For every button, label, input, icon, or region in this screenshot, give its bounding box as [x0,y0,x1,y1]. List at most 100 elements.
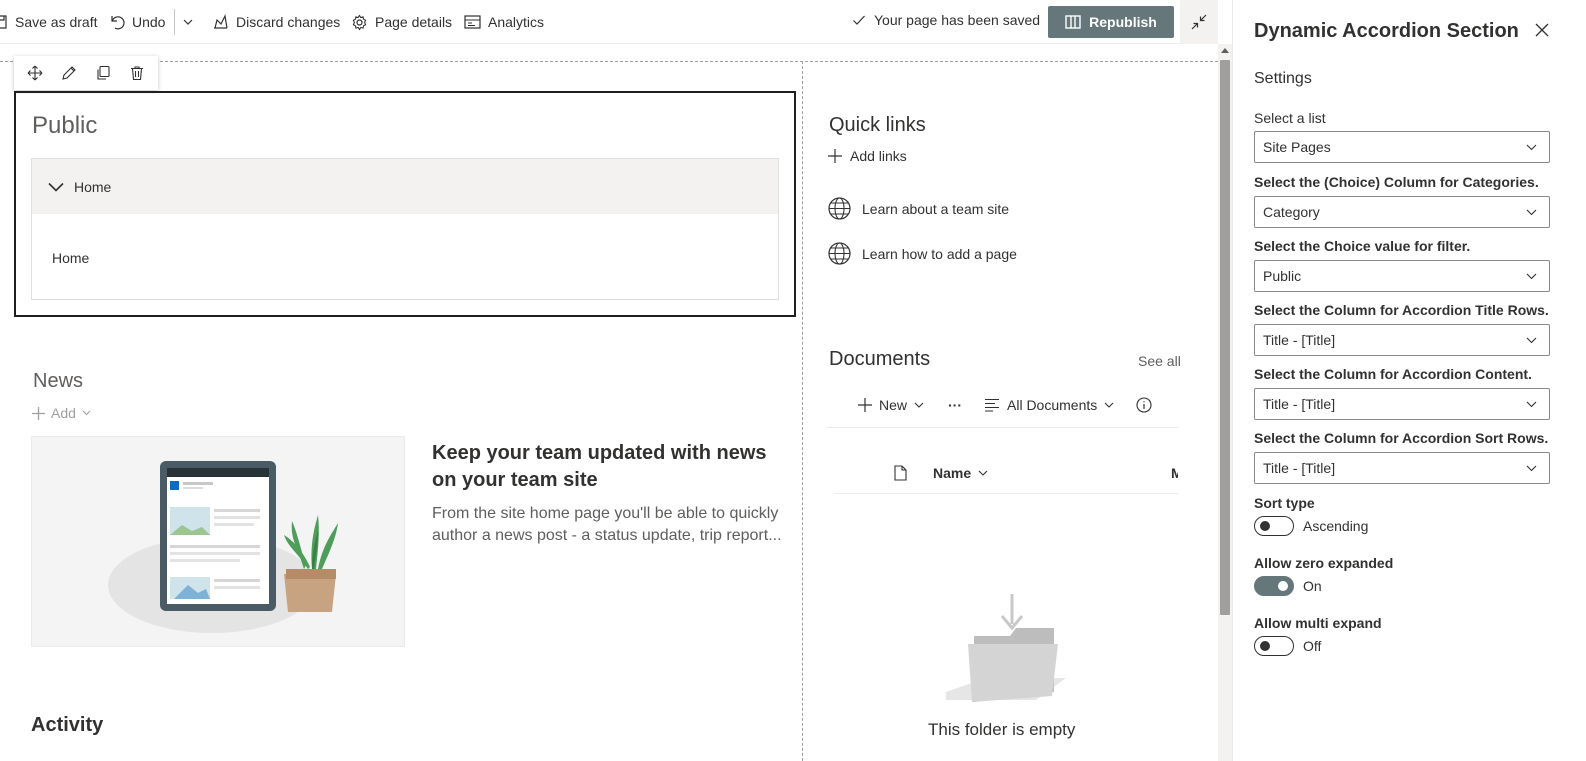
scrollbar-thumb[interactable] [1220,60,1230,615]
move-icon[interactable] [27,65,43,81]
plus-icon [858,398,872,412]
globe-icon [828,197,851,220]
multi-expand-label: Allow multi expand [1254,615,1382,631]
title-column-dropdown[interactable]: Title - [Title] [1254,324,1550,356]
title-column-value: Title - [Title] [1263,332,1336,348]
name-column-header[interactable]: Name [933,465,988,481]
new-document-label: New [879,397,908,413]
collapse-pane-button[interactable] [1180,0,1218,44]
sort-column-label: Select the Column for Accordion Sort Row… [1254,430,1549,446]
plus-icon [828,149,842,163]
undo-menu-button[interactable] [182,12,194,32]
chevron-down-icon [914,402,924,408]
chevron-down-icon [1526,144,1537,150]
save-status-text: Your page has been saved [874,12,1041,28]
file-type-icon [894,465,907,481]
new-document-button[interactable]: New [858,397,924,413]
view-selector-label: All Documents [1007,397,1098,413]
chevron-down-icon [48,182,64,192]
documents-command-bar: New ··· All Documents [826,384,1178,428]
delete-icon[interactable] [129,65,145,81]
chevron-down-icon [1526,273,1537,279]
category-column-label: Select the (Choice) Column for Categorie… [1254,174,1539,190]
content-column-value: Title - [Title] [1263,396,1336,412]
quick-link-label: Learn how to add a page [862,245,1017,262]
undo-button[interactable]: Undo [109,12,165,32]
checkmark-icon [853,15,865,25]
news-add-button[interactable]: Add [32,405,91,421]
news-description: From the site home page you'll be able t… [432,505,782,544]
save-draft-button[interactable]: Save as draft [0,12,98,32]
accordion-item-title: Home [74,178,112,195]
modified-column-header[interactable]: M [1171,465,1178,481]
info-button[interactable] [1136,397,1152,413]
multi-expand-toggle[interactable] [1254,636,1294,656]
sort-column-dropdown[interactable]: Title - [Title] [1254,452,1550,484]
filter-value-dropdown[interactable]: Public [1254,260,1550,292]
property-pane-title: Dynamic Accordion Section [1254,20,1519,42]
multi-expand-state: Off [1303,638,1322,654]
canvas-scrollbar[interactable] [1218,44,1232,761]
category-column-dropdown[interactable]: Category [1254,196,1550,228]
documents-title: Documents [829,348,931,370]
settings-heading: Settings [1254,70,1312,87]
activity-title: Activity [31,714,104,736]
edit-icon[interactable] [61,65,77,81]
chevron-down-icon [1526,465,1537,471]
info-icon [1136,397,1152,413]
command-bar: Save as draft Undo Discard changes Page … [0,0,1218,44]
chevron-down-icon [1104,402,1114,408]
gear-icon [352,13,367,31]
news-add-label: Add [51,405,76,421]
content-column-label: Select the Column for Accordion Content. [1254,366,1532,382]
save-draft-label: Save as draft [15,14,98,30]
discard-changes-button[interactable]: Discard changes [212,12,340,32]
news-headline[interactable]: Keep your team updated with news on your… [432,440,792,494]
collapse-icon [1191,14,1207,30]
quick-link-item[interactable]: Learn how to add a page [828,242,1017,265]
list-dropdown[interactable]: Site Pages [1254,131,1550,163]
see-all-link[interactable]: See all [1138,353,1181,369]
duplicate-icon[interactable] [95,65,111,81]
chevron-down-icon [82,410,91,416]
webpart-toolbar [14,56,158,90]
view-selector[interactable]: All Documents [984,397,1114,413]
accordion: Home Home [31,158,779,300]
analytics-button[interactable]: Analytics [464,12,544,32]
close-pane-button[interactable] [1535,23,1549,37]
toolbar-divider [174,9,175,35]
add-links-label: Add links [850,148,907,164]
sort-type-toggle[interactable] [1254,516,1294,536]
sort-type-toggle-row: Ascending [1254,516,1368,536]
more-options-button[interactable]: ··· [948,397,962,413]
list-select-label: Select a list [1254,110,1326,126]
sort-type-label: Sort type [1254,495,1315,511]
list-view-icon [985,398,999,412]
scroll-up-arrow[interactable] [1221,48,1229,53]
empty-folder-illustration [940,592,1070,704]
column-divider [802,61,803,761]
name-column-label: Name [933,465,972,481]
zero-expanded-toggle-row: On [1254,576,1322,596]
close-icon [1535,23,1549,37]
plus-icon [32,406,45,420]
content-column-dropdown[interactable]: Title - [Title] [1254,388,1550,420]
accordion-title: Public [32,112,98,139]
undo-label: Undo [132,14,166,30]
zero-expanded-toggle[interactable] [1254,576,1294,596]
quick-link-item[interactable]: Learn about a team site [828,197,1009,220]
empty-folder-text: This folder is empty [928,720,1076,739]
add-links-button[interactable]: Add links [828,148,907,164]
analytics-icon [464,15,481,29]
quick-link-label: Learn about a team site [862,200,1010,217]
list-dropdown-value: Site Pages [1263,139,1331,155]
republish-button[interactable]: Republish [1048,6,1174,38]
page-details-button[interactable]: Page details [351,12,452,32]
page-details-label: Page details [375,14,453,30]
sort-type-state: Ascending [1303,518,1369,534]
accordion-item-header[interactable]: Home [32,159,778,214]
globe-icon [828,242,851,265]
chevron-down-icon [183,19,193,25]
republish-label: Republish [1089,14,1157,30]
filter-value-value: Public [1263,268,1302,284]
